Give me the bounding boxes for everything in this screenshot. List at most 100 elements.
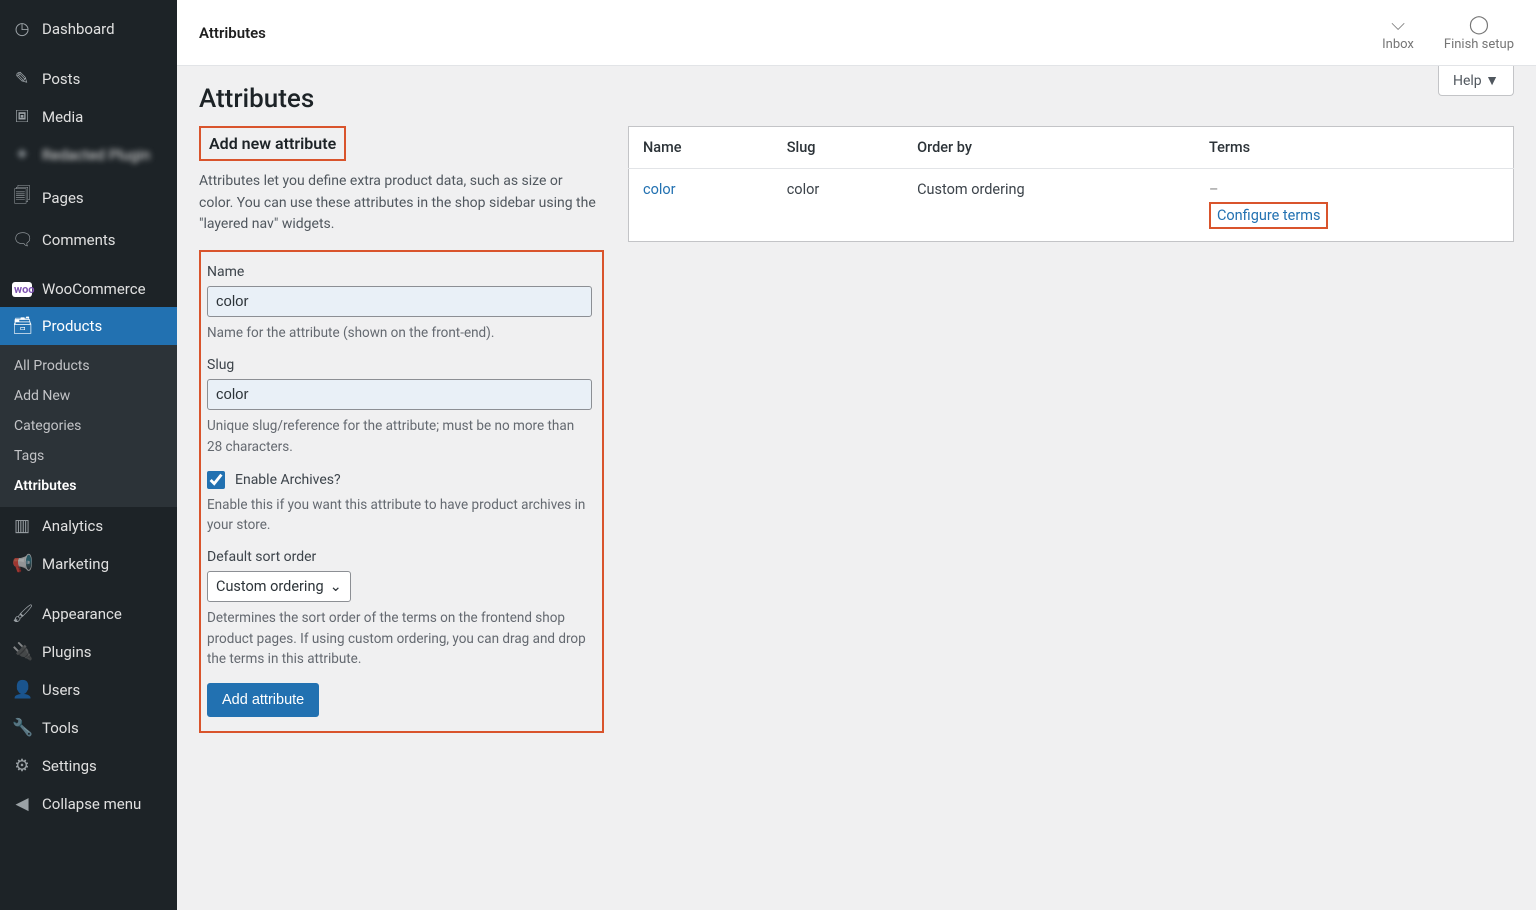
inbox-icon: ⌵ bbox=[1391, 14, 1405, 35]
products-icon: 🗃 bbox=[12, 316, 32, 336]
sort-select[interactable]: Custom ordering ⌄ bbox=[207, 571, 351, 602]
sidebar-item-users[interactable]: 👤 Users bbox=[0, 671, 177, 709]
configure-terms-highlight: Configure terms bbox=[1209, 202, 1329, 229]
sort-value: Custom ordering bbox=[216, 578, 324, 595]
sidebar-item-plugins[interactable]: 🔌 Plugins bbox=[0, 633, 177, 671]
sidebar-item-settings[interactable]: ⚙ Settings bbox=[0, 747, 177, 785]
analytics-icon: ▥ bbox=[12, 516, 32, 536]
topbar: Attributes ⌵ Inbox ◯ Finish setup bbox=[177, 0, 1536, 66]
th-terms: Terms bbox=[1195, 127, 1514, 169]
sidebar-label: Media bbox=[42, 108, 83, 126]
page-title: Attributes bbox=[177, 66, 1536, 116]
slug-input[interactable] bbox=[207, 379, 592, 410]
sidebar-label: Dashboard bbox=[42, 20, 115, 38]
sidebar-item-analytics[interactable]: ▥ Analytics bbox=[0, 507, 177, 545]
row-order: Custom ordering bbox=[903, 169, 1195, 242]
sort-field-group: Default sort order Custom ordering ⌄ Det… bbox=[207, 549, 592, 669]
row-name-link[interactable]: color bbox=[643, 181, 676, 198]
help-tab[interactable]: Help ▼ bbox=[1438, 66, 1514, 96]
sidebar-label: Analytics bbox=[42, 517, 103, 535]
media-icon: 🞖 bbox=[12, 107, 32, 127]
row-slug: color bbox=[773, 169, 903, 242]
sidebar-label: Marketing bbox=[42, 555, 109, 573]
sidebar-item-tools[interactable]: 🔧 Tools bbox=[0, 709, 177, 747]
help-label: Help bbox=[1453, 73, 1482, 89]
sidebar-label: Comments bbox=[42, 231, 116, 249]
main-area: Attributes ⌵ Inbox ◯ Finish setup Help ▼… bbox=[177, 0, 1536, 910]
table-row: color color Custom ordering – Configure … bbox=[629, 169, 1514, 242]
settings-icon: ⚙ bbox=[12, 756, 32, 776]
comments-icon: 🗨 bbox=[12, 230, 32, 250]
submenu-attributes[interactable]: Attributes bbox=[0, 471, 177, 501]
admin-sidebar: ◷ Dashboard ✎ Posts 🞖 Media ✦ Redacted P… bbox=[0, 0, 177, 910]
slug-help: Unique slug/reference for the attribute;… bbox=[207, 416, 592, 457]
sort-label: Default sort order bbox=[207, 549, 592, 565]
add-attribute-button[interactable]: Add attribute bbox=[207, 683, 319, 717]
section-heading-highlight: Add new attribute bbox=[199, 126, 346, 161]
inbox-button[interactable]: ⌵ Inbox bbox=[1382, 14, 1414, 52]
users-icon: 👤 bbox=[12, 680, 32, 700]
name-help: Name for the attribute (shown on the fro… bbox=[207, 323, 592, 343]
finish-setup-label: Finish setup bbox=[1444, 37, 1514, 52]
sidebar-item-dashboard[interactable]: ◷ Dashboard bbox=[0, 10, 177, 48]
th-slug: Slug bbox=[773, 127, 903, 169]
form-highlight-box: Name Name for the attribute (shown on th… bbox=[199, 250, 604, 733]
configure-terms-link[interactable]: Configure terms bbox=[1217, 207, 1321, 224]
section-heading: Add new attribute bbox=[209, 134, 336, 153]
breadcrumb: Attributes bbox=[199, 24, 266, 42]
add-attribute-panel: Add new attribute Attributes let you def… bbox=[199, 126, 604, 733]
dashboard-icon: ◷ bbox=[12, 19, 32, 39]
sidebar-item-products[interactable]: 🗃 Products bbox=[0, 307, 177, 345]
sort-help: Determines the sort order of the terms o… bbox=[207, 608, 592, 669]
sidebar-item-comments[interactable]: 🗨 Comments bbox=[0, 221, 177, 259]
pin-icon: ✎ bbox=[12, 69, 32, 89]
sidebar-label: Posts bbox=[42, 70, 80, 88]
name-field-group: Name Name for the attribute (shown on th… bbox=[207, 264, 592, 343]
archives-field-group: Enable Archives? Enable this if you want… bbox=[207, 471, 592, 536]
intro-text: Attributes let you define extra product … bbox=[199, 171, 599, 236]
submenu-tags[interactable]: Tags bbox=[0, 441, 177, 471]
archives-checkbox[interactable] bbox=[207, 471, 225, 489]
chevron-down-icon: ⌄ bbox=[330, 578, 342, 595]
submenu-categories[interactable]: Categories bbox=[0, 411, 177, 441]
marketing-icon: 📢 bbox=[12, 554, 32, 574]
terms-dash: – bbox=[1209, 181, 1219, 198]
woo-icon: woo bbox=[12, 282, 32, 297]
sidebar-label: Plugins bbox=[42, 643, 91, 661]
sidebar-item-appearance[interactable]: 🖌 Appearance bbox=[0, 595, 177, 633]
sidebar-item-collapse[interactable]: ◀ Collapse menu bbox=[0, 785, 177, 823]
plugins-icon: 🔌 bbox=[12, 642, 32, 662]
collapse-icon: ◀ bbox=[12, 794, 32, 814]
submenu-add-new[interactable]: Add New bbox=[0, 381, 177, 411]
finish-setup-button[interactable]: ◯ Finish setup bbox=[1444, 14, 1514, 52]
th-name: Name bbox=[629, 127, 773, 169]
sidebar-label: Redacted Plugin bbox=[42, 146, 150, 164]
sidebar-label: Pages bbox=[42, 189, 84, 207]
products-submenu: All Products Add New Categories Tags Att… bbox=[0, 345, 177, 507]
sidebar-label: Appearance bbox=[42, 605, 122, 623]
slug-field-group: Slug Unique slug/reference for the attri… bbox=[207, 357, 592, 457]
sidebar-label: Tools bbox=[42, 719, 79, 737]
plugin-icon: ✦ bbox=[12, 145, 32, 165]
archives-label: Enable Archives? bbox=[235, 472, 341, 488]
submenu-all-products[interactable]: All Products bbox=[0, 351, 177, 381]
sidebar-item-posts[interactable]: ✎ Posts bbox=[0, 60, 177, 98]
attributes-table-panel: Name Slug Order by Terms color color Cus… bbox=[628, 126, 1514, 242]
inbox-label: Inbox bbox=[1382, 37, 1414, 52]
sidebar-item-redacted[interactable]: ✦ Redacted Plugin bbox=[0, 136, 177, 174]
appearance-icon: 🖌 bbox=[12, 604, 32, 624]
attributes-table: Name Slug Order by Terms color color Cus… bbox=[628, 126, 1514, 242]
sidebar-label: WooCommerce bbox=[42, 280, 146, 298]
name-input[interactable] bbox=[207, 286, 592, 317]
sidebar-item-woocommerce[interactable]: woo WooCommerce bbox=[0, 271, 177, 307]
sidebar-item-media[interactable]: 🞖 Media bbox=[0, 98, 177, 136]
sidebar-label: Products bbox=[42, 317, 102, 335]
circle-icon: ◯ bbox=[1469, 14, 1489, 35]
sidebar-label: Collapse menu bbox=[42, 795, 141, 813]
sidebar-item-marketing[interactable]: 📢 Marketing bbox=[0, 545, 177, 583]
table-header-row: Name Slug Order by Terms bbox=[629, 127, 1514, 169]
sidebar-item-pages[interactable]: 🗐 Pages bbox=[0, 174, 177, 221]
pages-icon: 🗐 bbox=[12, 183, 32, 212]
sidebar-label: Settings bbox=[42, 757, 97, 775]
row-terms-cell: – Configure terms bbox=[1195, 169, 1514, 242]
